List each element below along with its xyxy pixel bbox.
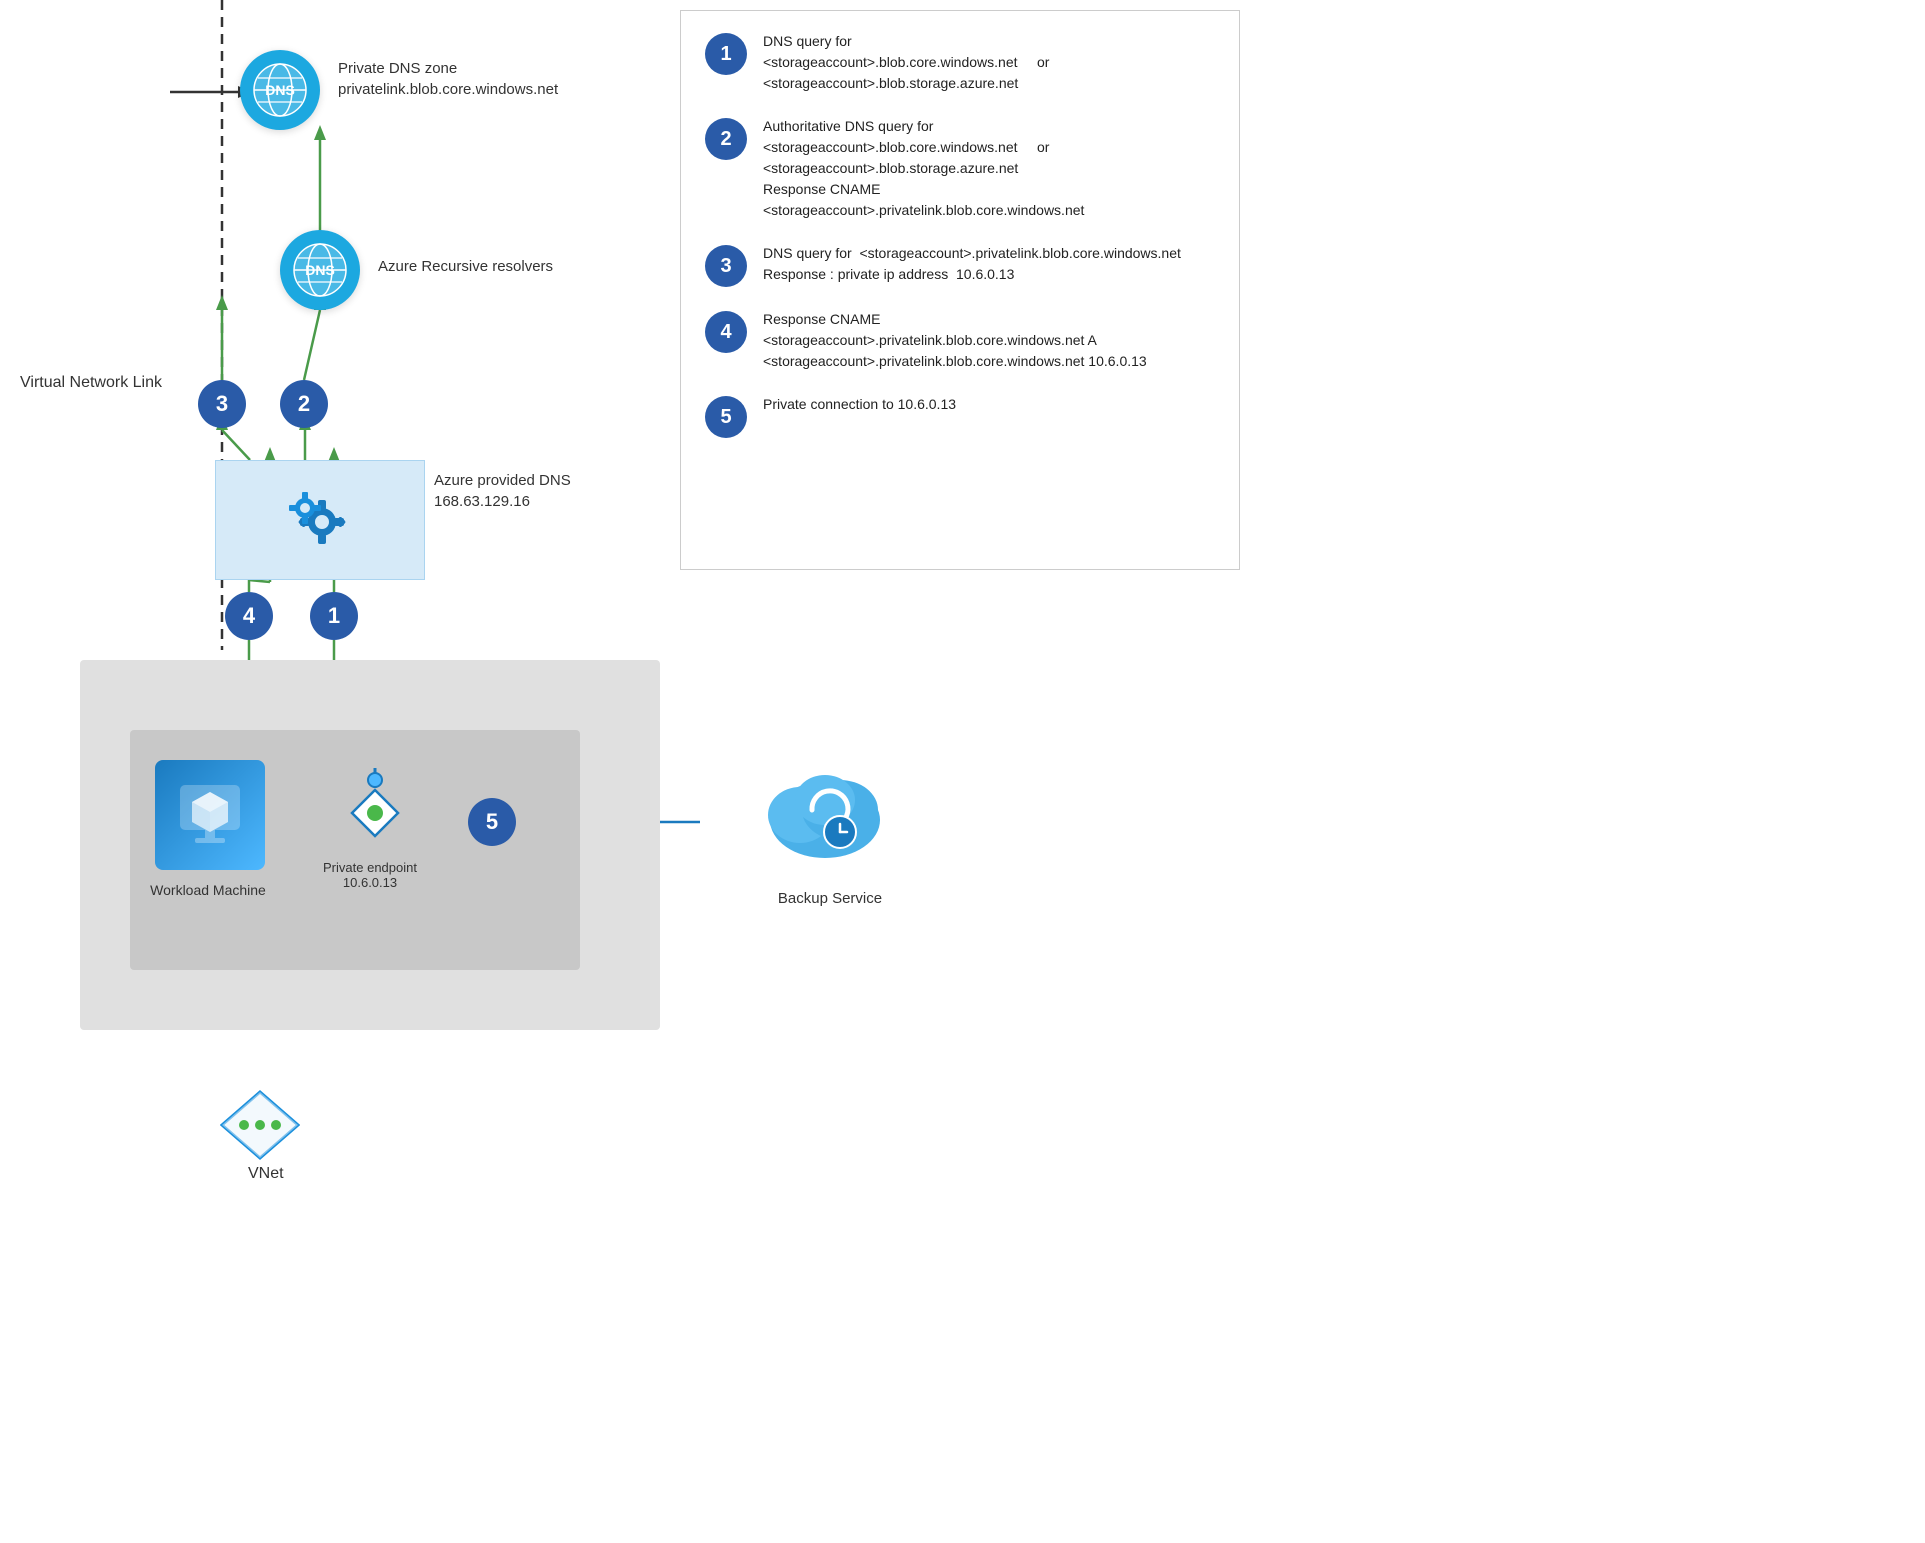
diagram-circle-2: 2: [280, 380, 328, 428]
info-text-2: Authoritative DNS query for <storageacco…: [763, 116, 1084, 221]
info-item-5: 5 Private connection to 10.6.0.13: [705, 394, 1215, 438]
private-dns-label: Private DNS zone privatelink.blob.core.w…: [338, 58, 558, 100]
diagram-circle-1: 1: [310, 592, 358, 640]
diagram-circle-5: 5: [468, 798, 516, 846]
info-item-2: 2 Authoritative DNS query for <storageac…: [705, 116, 1215, 221]
info-item-4: 4 Response CNAME <storageaccount>.privat…: [705, 309, 1215, 372]
azure-provided-dns-box: [215, 460, 425, 580]
info-item-1: 1 DNS query for <storageaccount>.blob.co…: [705, 31, 1215, 94]
info-panel: 1 DNS query for <storageaccount>.blob.co…: [680, 10, 1240, 570]
backup-service-icon: [760, 760, 890, 875]
info-text-3: DNS query for <storageaccount>.privateli…: [763, 243, 1181, 285]
azure-provided-dns-label: Azure provided DNS 168.63.129.16: [434, 470, 571, 512]
azure-recursive-label: Azure Recursive resolvers: [378, 258, 553, 275]
info-item-3: 3 DNS query for <storageaccount>.private…: [705, 243, 1215, 287]
info-badge-1: 1: [705, 33, 747, 75]
azure-recursive-dns-globe: DNS: [280, 230, 360, 310]
workload-machine-label: Workload Machine: [148, 882, 268, 898]
diagram-circle-3: 3: [198, 380, 246, 428]
main-container: DNS Private DNS zone privatelink.blob.co…: [0, 0, 1925, 1543]
info-badge-2: 2: [705, 118, 747, 160]
private-dns-globe: DNS: [240, 50, 320, 130]
vnet-diamond-icon: [220, 1090, 300, 1165]
info-text-4: Response CNAME <storageaccount>.privatel…: [763, 309, 1147, 372]
diagram-circle-4: 4: [225, 592, 273, 640]
info-text-5: Private connection to 10.6.0.13: [763, 394, 956, 415]
info-badge-3: 3: [705, 245, 747, 287]
svg-text:DNS: DNS: [265, 82, 295, 98]
workload-machine-icon: [155, 760, 265, 870]
info-badge-5: 5: [705, 396, 747, 438]
private-endpoint-label: Private endpoint 10.6.0.13: [310, 860, 430, 890]
svg-text:DNS: DNS: [305, 262, 335, 278]
info-badge-4: 4: [705, 311, 747, 353]
vnet-label: VNet: [248, 1165, 284, 1183]
info-text-1: DNS query for <storageaccount>.blob.core…: [763, 31, 1049, 94]
private-endpoint-icon: [340, 778, 410, 848]
vnet-link-label: Virtual Network Link: [20, 374, 162, 392]
backup-service-label: Backup Service: [770, 890, 890, 907]
